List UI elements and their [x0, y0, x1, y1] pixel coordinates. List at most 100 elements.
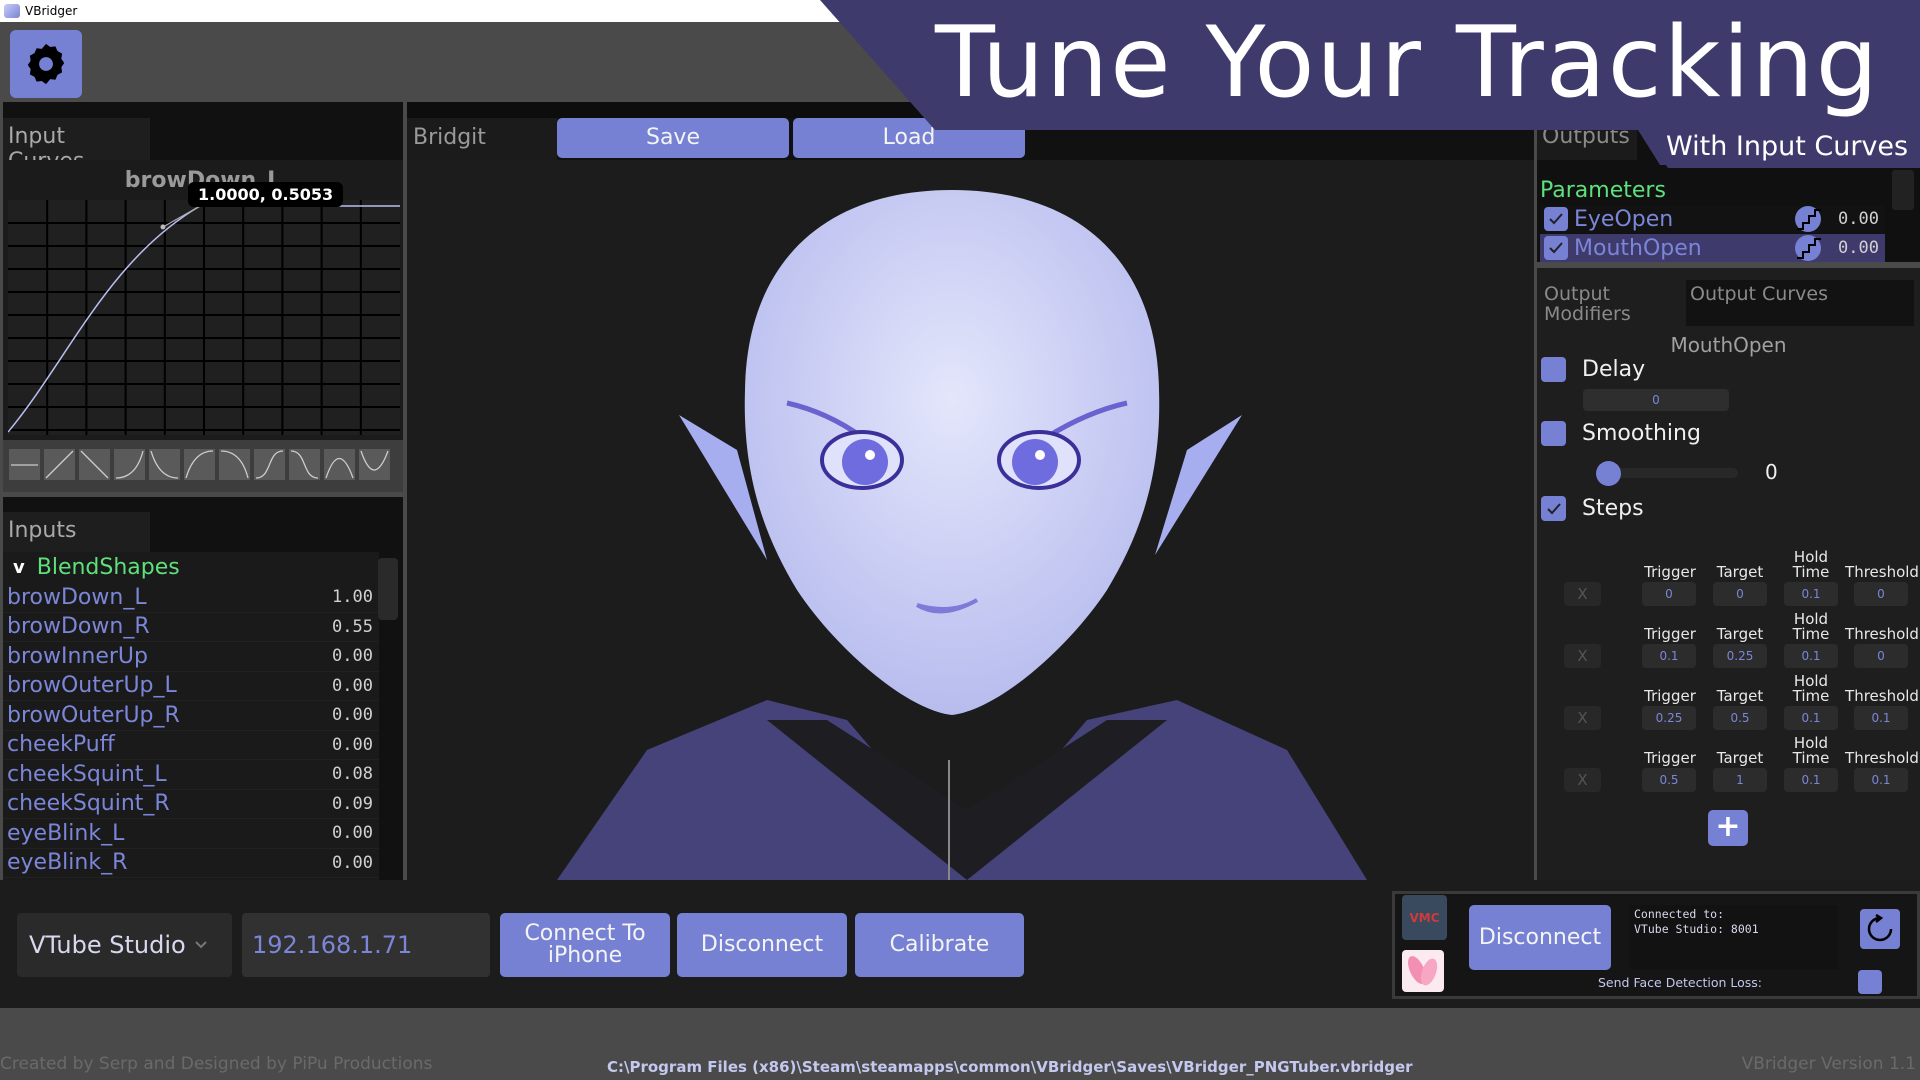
disconnect-output-button[interactable]: Disconnect	[1469, 905, 1611, 970]
vtube-studio-logo[interactable]	[1402, 950, 1444, 992]
input-row[interactable]: browDown_R 0.55	[3, 613, 379, 642]
checkbox-mouthopen[interactable]	[1544, 236, 1568, 260]
smoothing-slider-handle[interactable]	[1596, 461, 1621, 486]
step-target-input[interactable]: 0	[1713, 582, 1767, 606]
input-row[interactable]: browInnerUp 0.00	[3, 642, 379, 672]
connect-iphone-button[interactable]: Connect To iPhone	[500, 913, 670, 977]
step-trigger-input[interactable]: 0.25	[1642, 706, 1696, 730]
step-threshold-input[interactable]: 0.1	[1854, 706, 1908, 730]
step-row: X Trigger 0.5 Target 1 Hold Time 0.1 Threshold 0…	[1537, 734, 1920, 796]
inputs-scrollbar[interactable]	[378, 558, 398, 620]
calibrate-button[interactable]: Calibrate	[855, 913, 1024, 977]
steps-row: Steps	[1541, 496, 1644, 521]
preset-linear-up[interactable]	[44, 449, 75, 480]
steps-checkbox[interactable]	[1541, 496, 1566, 521]
curve-handle	[160, 224, 166, 230]
step-hold-input[interactable]: 0.1	[1784, 768, 1838, 792]
selected-parameter-title: MouthOpen	[1670, 333, 1787, 357]
step-target-input[interactable]: 0.25	[1713, 644, 1767, 668]
group-blendshapes[interactable]: v BlendShapes	[3, 552, 379, 583]
save-button[interactable]: Save	[557, 118, 789, 158]
preset-ease-in-down[interactable]	[219, 449, 250, 480]
send-face-loss-checkbox[interactable]	[1858, 970, 1882, 994]
step-threshold-label: Threshold	[1845, 749, 1919, 767]
preset-linear-down[interactable]	[79, 449, 110, 480]
input-name: cheekSquint_L	[7, 761, 167, 787]
refresh-button[interactable]	[1860, 909, 1900, 949]
curve-valley-icon	[360, 450, 389, 471]
step-trigger-input[interactable]: 0.1	[1642, 644, 1696, 668]
tab-outputs[interactable]: Outputs	[1537, 120, 1637, 160]
status-line-1: Connected to:	[1634, 907, 1725, 921]
save-file-path: C:\Program Files (x86)\Steam\steamapps\c…	[607, 1058, 1413, 1076]
preset-s-curve-down[interactable]	[289, 449, 320, 480]
parameters-scrollbar[interactable]	[1892, 170, 1914, 210]
tracking-source-select[interactable]: VTube Studio	[17, 913, 232, 977]
step-hold-input[interactable]: 0.1	[1784, 706, 1838, 730]
tab-bridgit[interactable]: Bridgit	[407, 118, 557, 160]
chevron-down-icon: v	[13, 557, 25, 578]
step-threshold-input[interactable]: 0	[1854, 582, 1908, 606]
preset-peak[interactable]	[324, 449, 355, 480]
curve-graph[interactable]	[8, 200, 400, 435]
window-title: VBridger	[25, 4, 78, 18]
tab-inputs[interactable]: Inputs	[3, 512, 150, 554]
step-row: X Trigger 0 Target 0 Hold Time 0.1 Threshold 0	[1537, 548, 1920, 610]
step-threshold-input[interactable]: 0	[1854, 644, 1908, 668]
disconnect-button[interactable]: Disconnect	[677, 913, 847, 977]
vmc-protocol-logo[interactable]: VMC	[1402, 895, 1447, 940]
version-text: VBridger Version 1.1	[1741, 1054, 1916, 1074]
input-row[interactable]: cheekSquint_R 0.09	[3, 790, 379, 819]
step-threshold-label: Threshold	[1845, 563, 1919, 581]
remove-step-button[interactable]: X	[1564, 644, 1601, 668]
smoothing-checkbox[interactable]	[1541, 421, 1566, 446]
settings-button[interactable]	[10, 30, 82, 98]
step-row: X Trigger 0.1 Target 0.25 Hold Time 0.1 Thresho…	[1537, 610, 1920, 672]
preset-ease-out[interactable]	[184, 449, 215, 480]
preset-valley[interactable]	[359, 449, 390, 480]
step-hold-input[interactable]: 0.1	[1784, 582, 1838, 606]
input-row[interactable]: eyeBlink_L 0.00	[3, 819, 379, 849]
preset-ease-out-down[interactable]	[149, 449, 180, 480]
step-target-label: Target	[1716, 625, 1764, 643]
input-value: 0.55	[332, 616, 373, 637]
curve-linear-up-icon	[45, 450, 74, 479]
step-threshold-input[interactable]: 0.1	[1854, 768, 1908, 792]
preset-s-curve[interactable]	[254, 449, 285, 480]
preset-ease-in[interactable]	[114, 449, 145, 480]
step-curve-icon[interactable]	[1793, 205, 1823, 233]
remove-step-button[interactable]: X	[1564, 582, 1601, 606]
step-target-input[interactable]: 0.5	[1713, 706, 1767, 730]
preset-flat[interactable]	[9, 449, 40, 480]
checkbox-eyeopen[interactable]	[1544, 207, 1568, 231]
step-hold-input[interactable]: 0.1	[1784, 644, 1838, 668]
tab-input-curves[interactable]: Input Curves	[3, 118, 150, 174]
tab-output-modifiers[interactable]: Output Modifiers	[1540, 280, 1686, 326]
step-target-input[interactable]: 1	[1713, 768, 1767, 792]
input-row[interactable]: browOuterUp_R 0.00	[3, 701, 379, 731]
input-value: 0.00	[332, 675, 373, 696]
remove-step-button[interactable]: X	[1564, 768, 1601, 792]
delay-checkbox[interactable]	[1541, 357, 1566, 382]
step-trigger-input[interactable]: 0	[1642, 582, 1696, 606]
remove-step-button[interactable]: X	[1564, 706, 1601, 730]
curve-ease-out-icon	[185, 450, 214, 479]
input-row[interactable]: browOuterUp_L 0.00	[3, 672, 379, 701]
input-row[interactable]: eyeBlink_R 0.00	[3, 849, 379, 878]
input-row[interactable]: cheekSquint_L 0.08	[3, 760, 379, 790]
param-row-mouthopen[interactable]: MouthOpen 0.00	[1540, 234, 1885, 262]
step-curve-icon[interactable]	[1793, 234, 1823, 262]
input-row[interactable]: cheekPuff 0.00	[3, 731, 379, 760]
add-step-button[interactable]: +	[1708, 810, 1748, 846]
input-row[interactable]: browDown_L 1.00	[3, 583, 379, 613]
curve-ease-in-down-icon	[220, 450, 249, 479]
step-trigger-input[interactable]: 0.5	[1642, 768, 1696, 792]
param-row-eyeopen[interactable]: EyeOpen 0.00	[1540, 205, 1885, 233]
ip-address-input[interactable]: 192.168.1.71	[242, 913, 490, 977]
delay-input[interactable]: 0	[1583, 389, 1729, 411]
curve-s-curve-icon	[255, 450, 284, 479]
load-button[interactable]: Load	[793, 118, 1025, 158]
tab-output-curves[interactable]: Output Curves	[1686, 280, 1836, 326]
avatar-ear-right	[1155, 415, 1242, 555]
avatar-viewport[interactable]	[407, 160, 1534, 880]
